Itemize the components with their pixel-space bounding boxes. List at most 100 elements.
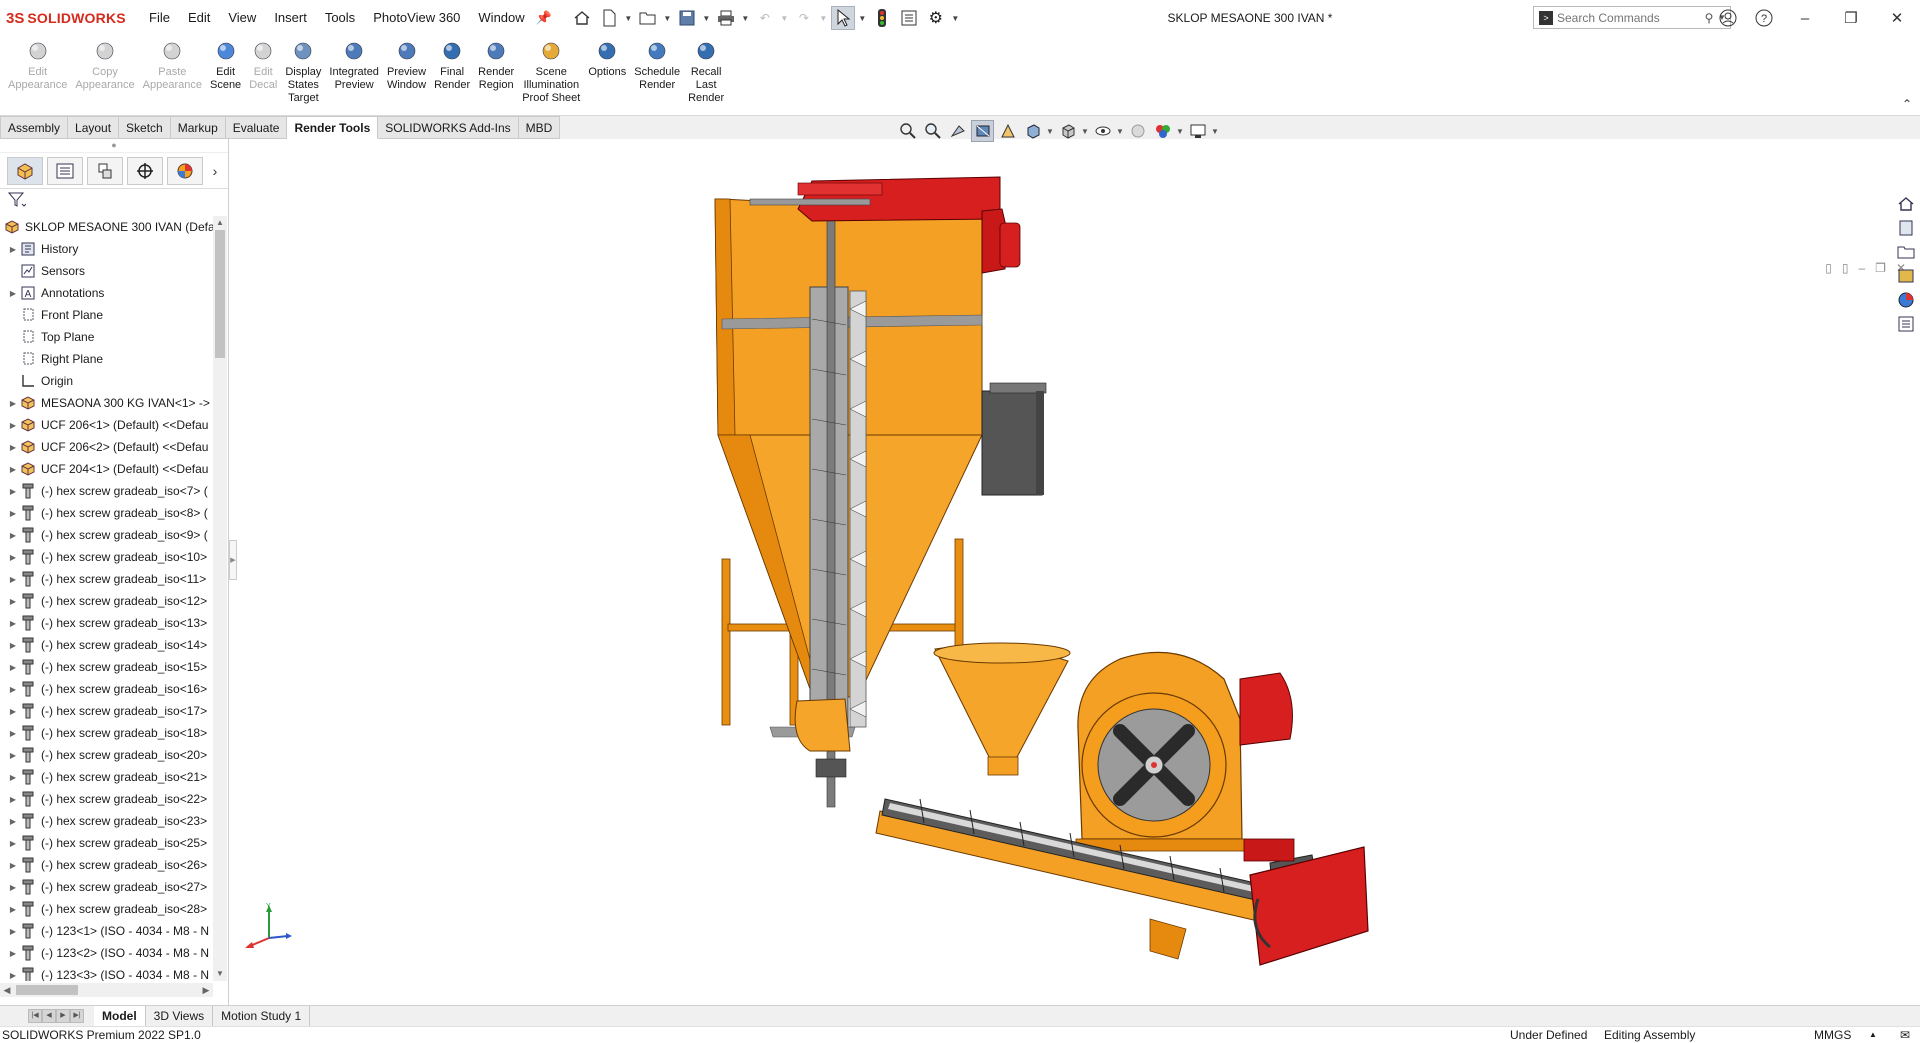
tree-item[interactable]: ▶ (-) 123<1> (ISO - 4034 - M8 - N xyxy=(0,920,213,942)
save-dropdown-icon[interactable]: ▼ xyxy=(702,6,711,30)
zoom-to-fit-icon[interactable] xyxy=(896,120,919,142)
tree-root[interactable]: SKLOP MESAONE 300 IVAN (Default xyxy=(0,216,213,238)
tab-assembly[interactable]: Assembly xyxy=(0,116,69,139)
design-library-icon[interactable] xyxy=(1894,216,1918,239)
undo-icon[interactable]: ↶ xyxy=(753,6,777,30)
expand-arrow-icon[interactable]: ▶ xyxy=(6,795,20,804)
tree-item[interactable]: ▶ (-) hex screw gradeab_iso<28> xyxy=(0,898,213,920)
prev-tab-icon[interactable]: ◀ xyxy=(42,1009,56,1023)
scroll-thumb[interactable] xyxy=(215,230,225,358)
hide-show-items-icon[interactable] xyxy=(1091,120,1114,142)
section-view-icon[interactable] xyxy=(971,120,994,142)
viewport-tile-left-icon[interactable]: ▯ xyxy=(1825,261,1832,275)
expand-arrow-icon[interactable]: ▶ xyxy=(6,949,20,958)
panel-splitter-handle[interactable]: ▶ xyxy=(229,540,237,580)
options-button[interactable]: Options xyxy=(584,36,630,115)
tree-item[interactable]: Origin xyxy=(0,370,213,392)
tree-item[interactable]: ▶ (-) hex screw gradeab_iso<23> xyxy=(0,810,213,832)
next-tab-icon[interactable]: ▶ xyxy=(56,1009,70,1023)
edit-decal-button[interactable]: Edit Decal xyxy=(245,36,281,115)
scroll-up-icon[interactable]: ▲ xyxy=(213,216,227,230)
tree-item[interactable]: ▶ (-) hex screw gradeab_iso<26> xyxy=(0,854,213,876)
tree-item[interactable]: ▶ (-) hex screw gradeab_iso<10> xyxy=(0,546,213,568)
menu-edit[interactable]: Edit xyxy=(179,0,219,36)
expand-arrow-icon[interactable]: ▶ xyxy=(6,707,20,716)
tree-item[interactable]: ▶ (-) hex screw gradeab_iso<11> xyxy=(0,568,213,590)
tree-item[interactable]: ▶ (-) hex screw gradeab_iso<15> xyxy=(0,656,213,678)
tree-item[interactable]: ▶ (-) hex screw gradeab_iso<12> xyxy=(0,590,213,612)
expand-arrow-icon[interactable]: ▶ xyxy=(6,641,20,650)
new-document-icon[interactable] xyxy=(597,6,621,30)
print-dropdown-icon[interactable]: ▼ xyxy=(741,6,750,30)
expand-arrow-icon[interactable]: ▶ xyxy=(6,751,20,760)
recall-render-button[interactable]: Recall Last Render xyxy=(684,36,728,115)
undo-dropdown-icon[interactable]: ▼ xyxy=(780,6,789,30)
collapse-ribbon-icon[interactable]: ⌃ xyxy=(1902,97,1912,111)
more-tabs-chevron-icon[interactable]: › xyxy=(207,163,223,179)
tree-item[interactable]: ▶ (-) hex screw gradeab_iso<21> xyxy=(0,766,213,788)
tree-item[interactable]: ▶ MESAONA 300 KG IVAN<1> -> xyxy=(0,392,213,414)
edit-appearance-view-icon[interactable] xyxy=(1126,120,1149,142)
expand-arrow-icon[interactable]: ▶ xyxy=(6,773,20,782)
tree-item[interactable]: Right Plane xyxy=(0,348,213,370)
tree-item[interactable]: ▶ (-) hex screw gradeab_iso<14> xyxy=(0,634,213,656)
view-palette-icon[interactable] xyxy=(1894,264,1918,287)
minimize-icon[interactable]: – xyxy=(1782,0,1828,36)
tree-item[interactable]: ▶ UCF 206<2> (Default) <<Defau xyxy=(0,436,213,458)
menu-window[interactable]: Window xyxy=(469,0,533,36)
panel-grip-icon[interactable]: ● xyxy=(0,139,228,153)
tree-item[interactable]: ▶ (-) 123<3> (ISO - 4034 - M8 - N xyxy=(0,964,213,981)
hide-show-dropdown-icon[interactable]: ▼ xyxy=(1116,120,1124,142)
last-tab-icon[interactable]: ▶| xyxy=(70,1009,84,1023)
display-manager-tab-icon[interactable] xyxy=(167,156,203,185)
view-settings-icon[interactable] xyxy=(1186,120,1209,142)
expand-arrow-icon[interactable]: ▶ xyxy=(6,971,20,980)
expand-arrow-icon[interactable]: ▶ xyxy=(6,817,20,826)
search-commands[interactable]: > ⚲ ▼ xyxy=(1533,6,1731,29)
tab-sketch[interactable]: Sketch xyxy=(119,116,171,139)
zoom-to-area-icon[interactable] xyxy=(921,120,944,142)
expand-arrow-icon[interactable]: ▶ xyxy=(6,861,20,870)
select-cursor-icon[interactable] xyxy=(830,6,855,30)
display-style-icon[interactable] xyxy=(1056,120,1079,142)
scroll-right-icon[interactable]: ▶ xyxy=(199,983,213,997)
copy-appearance-button[interactable]: Copy Appearance xyxy=(71,36,138,115)
previous-view-icon[interactable] xyxy=(946,120,969,142)
tab-mbd[interactable]: MBD xyxy=(518,116,561,139)
tree-item[interactable]: ▶ (-) hex screw gradeab_iso<9> ( xyxy=(0,524,213,546)
viewport-minimize-icon[interactable]: – xyxy=(1858,261,1865,275)
expand-arrow-icon[interactable]: ▶ xyxy=(6,927,20,936)
tab-render-tools[interactable]: Render Tools xyxy=(287,116,379,139)
tab-markup[interactable]: Markup xyxy=(170,116,226,139)
tree-item[interactable]: ▶ (-) hex screw gradeab_iso<22> xyxy=(0,788,213,810)
tree-item[interactable]: ▶ (-) hex screw gradeab_iso<13> xyxy=(0,612,213,634)
tree-item[interactable]: ▶ (-) hex screw gradeab_iso<17> xyxy=(0,700,213,722)
file-properties-icon[interactable] xyxy=(897,6,921,30)
user-account-icon[interactable] xyxy=(1710,0,1746,36)
help-icon[interactable]: ? xyxy=(1746,0,1782,36)
paste-appearance-button[interactable]: Paste Appearance xyxy=(139,36,206,115)
expand-arrow-icon[interactable]: ▶ xyxy=(6,839,20,848)
expand-arrow-icon[interactable]: ▶ xyxy=(6,443,20,452)
preview-window-button[interactable]: Preview Window xyxy=(383,36,430,115)
status-help-icon[interactable]: ✉ xyxy=(1900,1027,1910,1043)
expand-arrow-icon[interactable]: ▶ xyxy=(6,663,20,672)
expand-arrow-icon[interactable]: ▶ xyxy=(6,465,20,474)
select-dropdown-icon[interactable]: ▼ xyxy=(858,6,867,30)
bottom-tab-model[interactable]: Model xyxy=(94,1006,146,1026)
feature-manager-tab-icon[interactable] xyxy=(7,156,43,185)
tree-item[interactable]: ▶ (-) hex screw gradeab_iso<7> ( xyxy=(0,480,213,502)
tree-item[interactable]: Sensors xyxy=(0,260,213,282)
expand-arrow-icon[interactable]: ▶ xyxy=(6,553,20,562)
tree-item[interactable]: ▶ UCF 204<1> (Default) <<Defau xyxy=(0,458,213,480)
h-scroll-thumb[interactable] xyxy=(16,985,78,995)
tree-item[interactable]: ▶ History xyxy=(0,238,213,260)
print-icon[interactable] xyxy=(714,6,738,30)
expand-arrow-icon[interactable]: ▶ xyxy=(6,531,20,540)
tab-solidworks-add-ins[interactable]: SOLIDWORKS Add-Ins xyxy=(378,116,519,139)
expand-arrow-icon[interactable]: ▶ xyxy=(6,575,20,584)
custom-properties-icon[interactable] xyxy=(1894,312,1918,335)
redo-icon[interactable]: ↷ xyxy=(792,6,816,30)
appearances-scenes-icon[interactable] xyxy=(1894,288,1918,311)
open-folder-icon[interactable] xyxy=(636,6,660,30)
